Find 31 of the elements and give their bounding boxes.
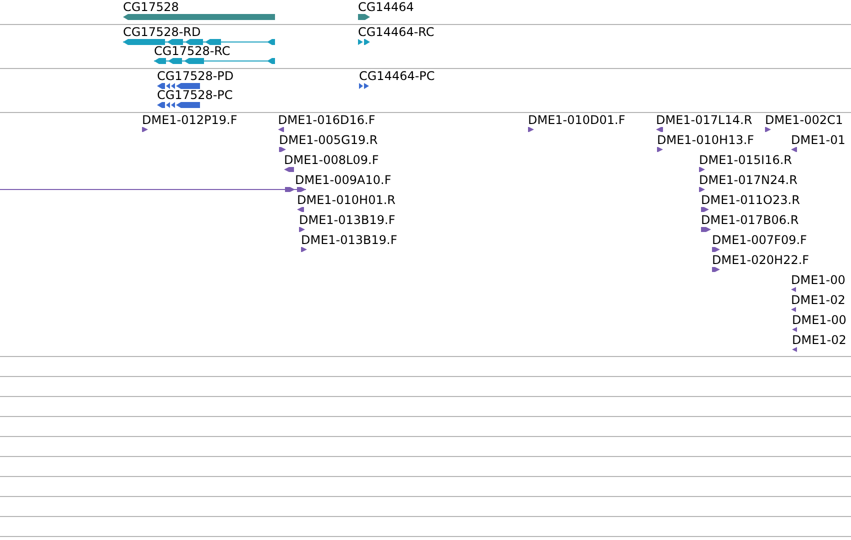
feature-label: DME1-002C1 [765,114,844,127]
feature-label: DME1-00 [791,274,846,287]
feature-label: DME1-009A10.F [295,174,392,187]
feature-label: DME1-008L09.F [284,154,379,167]
feature-label: DME1-010D01.F [528,114,626,127]
feature-label: DME1-012P19.F [142,114,238,127]
feature-label: DME1-02 [792,334,846,347]
feature-label: DME1-01 [791,134,846,147]
feature-label: DME1-020H22.F [712,254,810,267]
feature-label: DME1-011O23.R [701,194,800,207]
feature-label: DME1-017B06.R [701,214,799,227]
feature-label: DME1-007F09.F [712,234,807,247]
feature-label: CG17528-PC [157,89,233,102]
feature-label: CG17528-RC [154,45,230,58]
feature-label: DME1-013B19.F [299,214,396,227]
feature-label: CG14464 [358,1,414,14]
feature-label: CG17528 [123,1,179,14]
feature-label: DME1-00 [792,314,846,327]
feature-label: DME1-015I16.R [699,154,792,167]
feature-label: DME1-005G19.R [279,134,378,147]
feature-label: CG17528-PD [157,70,234,83]
feature-label: DME1-017N24.R [699,174,798,187]
feature-label: DME1-013B19.F [301,234,398,247]
feature-label: DME1-017L14.R [656,114,752,127]
feature-label: DME1-010H01.R [297,194,396,207]
feature-label: DME1-016D16.F [278,114,376,127]
feature-label: DME1-02 [791,294,846,307]
feature-label: CG14464-PC [359,70,435,83]
feature-label: DME1-010H13.F [657,134,754,147]
feature-label: CG17528-RD [123,26,201,39]
feature-label: CG14464-RC [358,26,434,39]
